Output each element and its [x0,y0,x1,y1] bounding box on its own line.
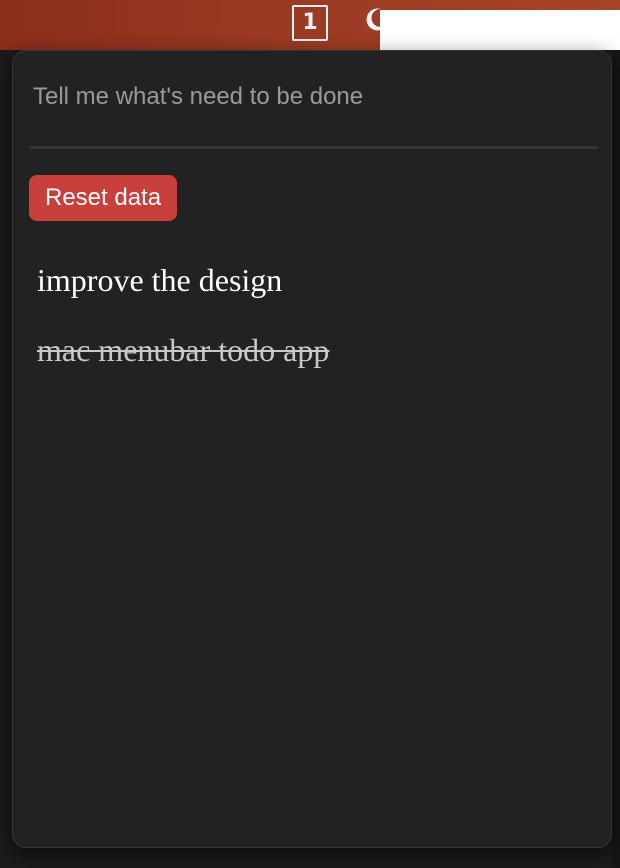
todo-list: improve the design mac menubar todo app [37,257,329,397]
menu-bar-redacted-area [380,10,620,50]
todo-popover: Reset data improve the design mac menuba… [12,50,612,848]
reset-data-button[interactable]: Reset data [29,175,178,221]
background-edge [612,50,620,868]
menu-bar: 1 [0,0,620,50]
todo-count-tray-icon[interactable]: 1 [292,5,328,41]
todo-item-completed[interactable]: mac menubar todo app [37,327,329,373]
new-task-input[interactable] [29,77,597,117]
input-divider [29,146,597,149]
todo-item[interactable]: improve the design [37,257,329,303]
